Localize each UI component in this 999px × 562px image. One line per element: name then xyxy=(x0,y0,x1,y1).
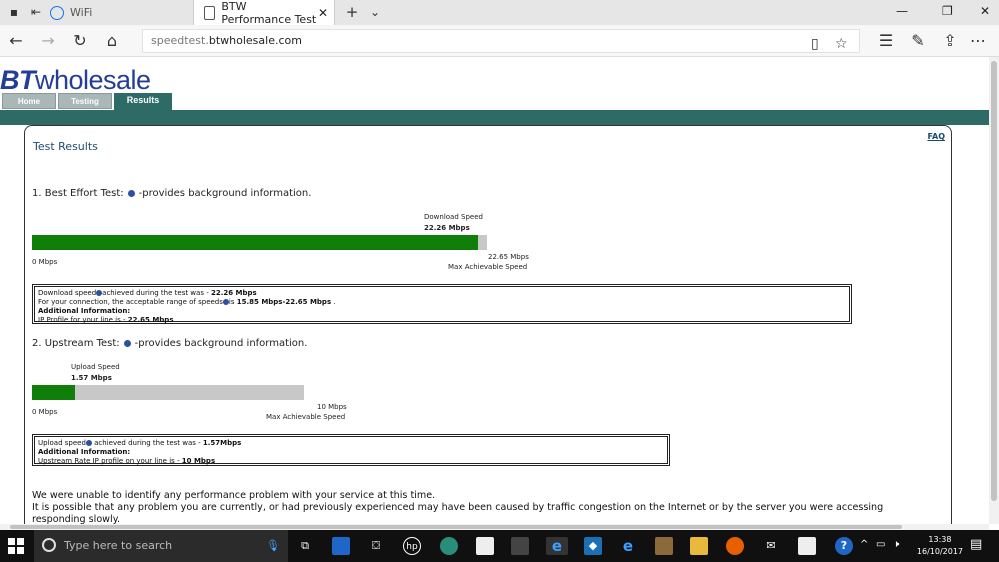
app-icon[interactable] xyxy=(332,537,350,555)
kodi-icon[interactable]: ◆ xyxy=(584,537,602,555)
best-effort-test-heading: 1. Best Effort Test: -provides background… xyxy=(32,188,312,199)
upload-speed-label: Upload Speed xyxy=(71,363,120,371)
volume-muted-icon[interactable]: 🕨 xyxy=(893,539,899,550)
download-speed-value: 22.26 Mbps xyxy=(424,224,470,232)
page-viewport: BTwholesale Home Testing Results Test Re… xyxy=(0,57,989,524)
minimize-icon[interactable]: — xyxy=(896,4,908,18)
tab-preview-chevron-icon[interactable]: ⌄ xyxy=(367,4,383,20)
store-icon[interactable]: ⛋ xyxy=(367,537,385,555)
download-speed-label: Download Speed xyxy=(424,213,483,221)
download-info-box: Download speed achieved during the test w… xyxy=(32,284,852,324)
app-circle-icon[interactable] xyxy=(440,537,458,555)
windows-taskbar: Type here to search 🎙 ⧉ ⛋ hp e ◆ e ✉ ? ^… xyxy=(0,530,999,562)
nav-tab-home[interactable]: Home xyxy=(2,93,56,109)
share-icon[interactable]: ⇪ xyxy=(940,31,960,51)
upload-max-label: Max Achievable Speed xyxy=(266,413,346,421)
page-title: Test Results xyxy=(33,140,98,153)
paint-icon[interactable] xyxy=(655,537,673,555)
upload-max-value: 10 Mbps xyxy=(317,403,347,411)
tab-wifi[interactable]: WiFi xyxy=(48,0,193,25)
bt-wholesale-logo[interactable]: BTwholesale xyxy=(0,65,151,96)
reading-view-icon[interactable]: ▯ xyxy=(811,33,819,55)
taskbar-search-box[interactable]: Type here to search xyxy=(34,530,288,562)
document-icon[interactable] xyxy=(476,537,494,555)
conclusion-text: We were unable to identify any performan… xyxy=(32,490,436,501)
taskbar-clock[interactable]: 13:38 16/10/2017 xyxy=(917,534,963,558)
forward-arrow-icon[interactable]: → xyxy=(38,31,58,51)
download-max-value: 22.65 Mbps xyxy=(488,253,529,261)
firefox-icon[interactable] xyxy=(726,537,744,555)
page-favicon-icon xyxy=(204,5,216,20)
faq-link[interactable]: FAQ xyxy=(927,132,945,141)
tab-label: WiFi xyxy=(70,6,93,19)
more-menu-icon[interactable]: ⋯ xyxy=(968,31,988,51)
upstream-test-heading: 2. Upstream Test: -provides background in… xyxy=(32,338,308,349)
microphone-icon[interactable]: 🎙 xyxy=(264,537,282,555)
restore-icon[interactable]: ❐ xyxy=(942,4,953,18)
browser-tab-bar: ▪ ⇤ WiFi BTW Performance Test ✕ + ⌄ — ❐ … xyxy=(0,0,999,26)
help-icon[interactable] xyxy=(127,189,135,197)
tray-chevron-icon[interactable]: ^ xyxy=(860,539,868,550)
tab-btw-performance-test[interactable]: BTW Performance Test ✕ xyxy=(193,0,335,26)
congestion-text: It is possible that any problem you are … xyxy=(32,502,884,524)
favorite-star-icon[interactable]: ☆ xyxy=(835,33,848,55)
chrome-favicon-icon xyxy=(50,5,64,20)
url-host: speedtest. xyxy=(151,34,209,47)
network-icon[interactable]: ▭ xyxy=(876,539,885,550)
task-view-icon[interactable]: ⧉ xyxy=(296,537,314,555)
upload-speed-fill xyxy=(32,385,75,400)
cortana-icon xyxy=(42,538,56,552)
url-domain: btwholesale.com xyxy=(208,34,302,47)
browser-toolbar: ← → ↻ ⌂ speedtest.btwholesale.com ▯ ☆ ☰ … xyxy=(0,25,999,57)
download-max-label: Max Achievable Speed xyxy=(448,263,528,271)
notepad-icon[interactable] xyxy=(798,537,816,555)
windows-start-icon[interactable] xyxy=(8,538,24,554)
home-icon[interactable]: ⌂ xyxy=(102,31,122,51)
edge-icon[interactable]: e xyxy=(546,537,568,555)
hp-icon[interactable]: hp xyxy=(403,537,421,555)
vertical-scroll-thumb[interactable] xyxy=(991,61,997,501)
hub-icon[interactable]: ☰ xyxy=(876,31,896,51)
refresh-icon[interactable]: ↻ xyxy=(70,31,90,51)
upload-speed-bar xyxy=(32,385,304,400)
help-icon[interactable] xyxy=(123,339,131,347)
action-center-icon[interactable]: ▤ xyxy=(970,537,982,552)
download-min-label: 0 Mbps xyxy=(32,258,58,266)
internet-explorer-icon[interactable]: e xyxy=(619,537,637,555)
upload-info-box: Upload speed achieved during the test wa… xyxy=(32,434,670,466)
results-panel: Test Results FAQ 1. Best Effort Test: -pr… xyxy=(24,125,952,524)
file-explorer-icon[interactable] xyxy=(690,537,708,555)
help-app-icon[interactable]: ? xyxy=(835,537,853,555)
new-tab-icon[interactable]: + xyxy=(344,4,360,20)
upload-speed-value: 1.57 Mbps xyxy=(71,374,112,382)
search-placeholder: Type here to search xyxy=(64,539,173,552)
camera-icon[interactable] xyxy=(511,537,529,555)
horizontal-scroll-thumb[interactable] xyxy=(10,525,902,529)
set-aside-tabs-icon[interactable]: ⇤ xyxy=(28,4,44,20)
address-bar[interactable]: speedtest.btwholesale.com ▯ ☆ xyxy=(142,29,860,53)
nav-tab-testing[interactable]: Testing xyxy=(58,93,112,109)
close-window-icon[interactable]: ✕ xyxy=(980,4,990,18)
tab-manager-icon[interactable]: ▪ xyxy=(6,4,22,20)
tab-label: BTW Performance Test xyxy=(221,0,317,26)
download-speed-bar xyxy=(32,235,487,250)
header-band xyxy=(0,110,989,125)
vertical-scrollbar[interactable] xyxy=(989,57,999,524)
mail-icon[interactable]: ✉ xyxy=(762,537,780,555)
close-tab-icon[interactable]: ✕ xyxy=(318,6,328,20)
web-note-icon[interactable]: ✎ xyxy=(908,31,928,51)
back-arrow-icon[interactable]: ← xyxy=(6,31,26,51)
nav-tab-results[interactable]: Results xyxy=(114,93,172,110)
upload-min-label: 0 Mbps xyxy=(32,408,58,416)
download-speed-fill xyxy=(32,235,478,250)
